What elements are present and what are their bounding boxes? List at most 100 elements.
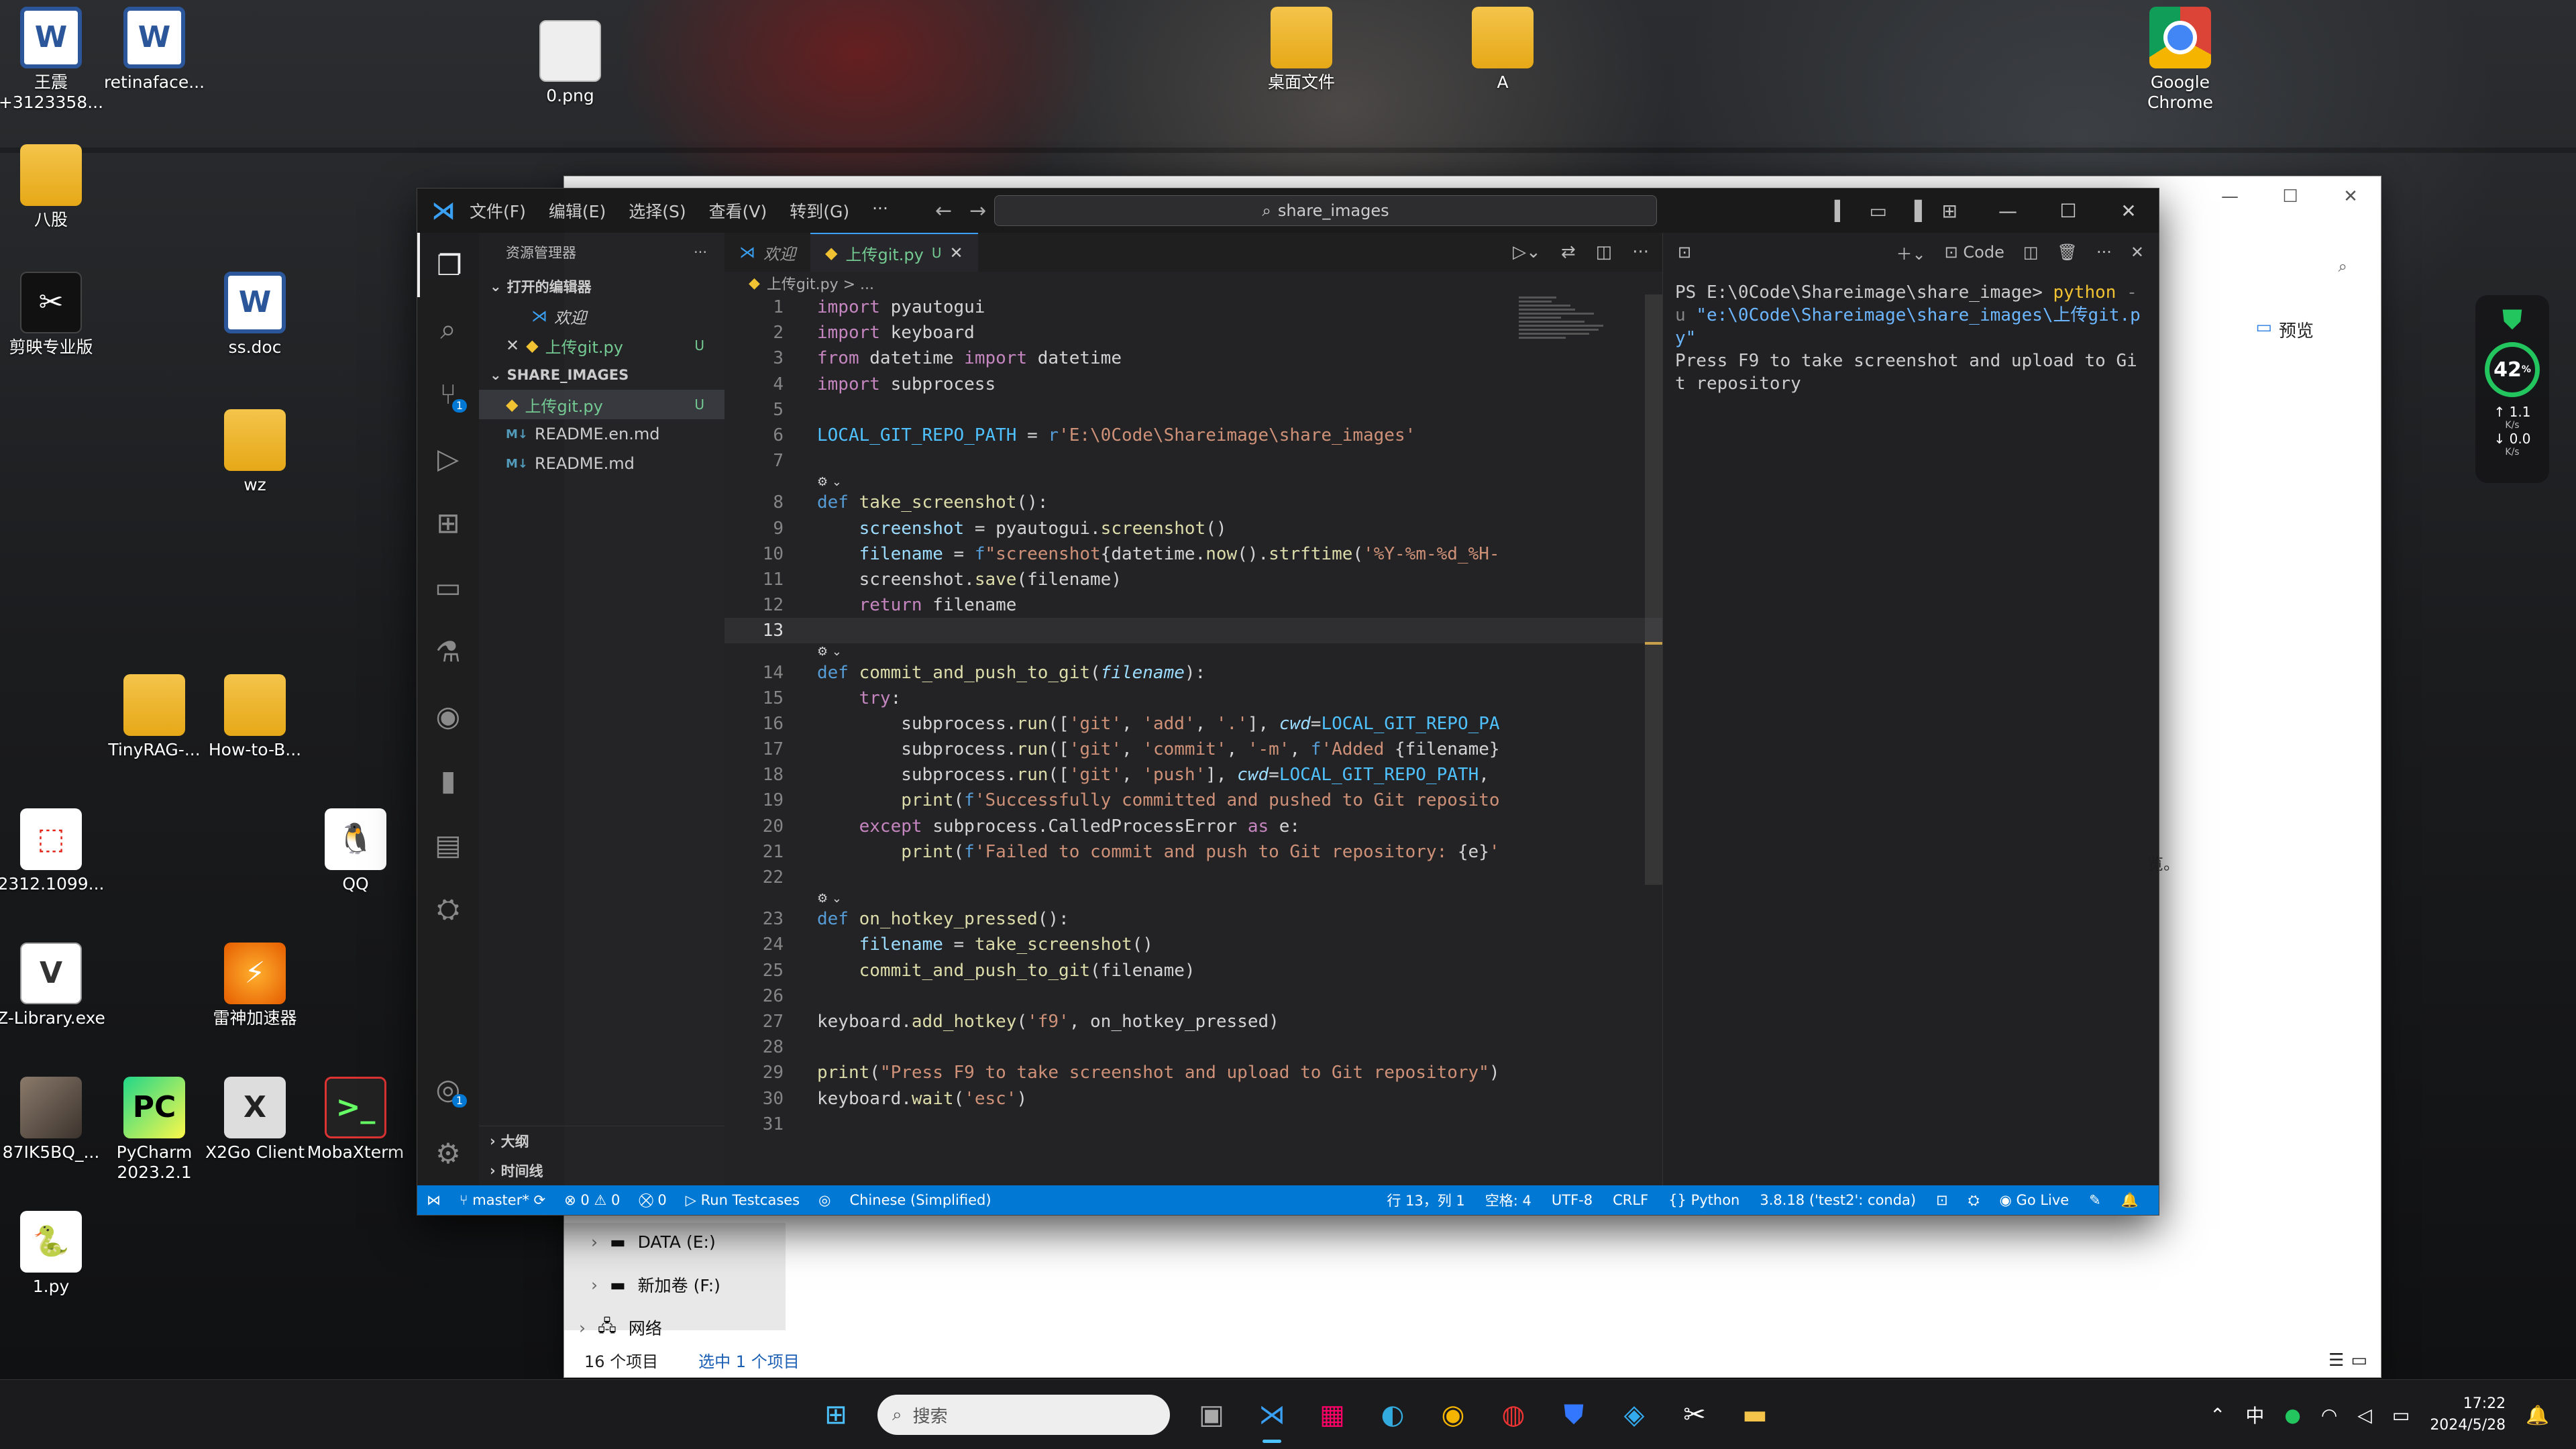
problems-count[interactable]: ⊗ 0 ⚠ 0	[564, 1192, 620, 1208]
desktop-icon[interactable]: ⚡ 雷神加速器	[188, 943, 322, 1028]
run-debug-icon[interactable]: ▷	[417, 426, 479, 490]
app-taskbar-icon[interactable]: ◈	[1615, 1396, 1653, 1434]
nav-item-network[interactable]: › 🖧 网络	[579, 1309, 662, 1346]
maximize-icon[interactable]: ☐	[2038, 200, 2098, 222]
close-icon[interactable]: ✕	[2131, 243, 2144, 262]
kill-terminal-icon[interactable]: 🗑	[2057, 243, 2078, 262]
git-branch[interactable]: ⑂ master* ⟳	[460, 1192, 545, 1208]
more-actions-icon[interactable]: ···	[694, 244, 707, 260]
volume-icon[interactable]: ◁	[2357, 1404, 2372, 1426]
menu-file[interactable]: 文件(F)	[470, 199, 526, 223]
close-icon[interactable]: ✕	[950, 244, 963, 262]
split-terminal-icon[interactable]: ◫	[2023, 243, 2039, 262]
search-icon[interactable]: ⌕	[2339, 257, 2347, 276]
notification-bell-icon[interactable]: 🔔	[2526, 1404, 2549, 1426]
terminal-toggle-icon[interactable]: ⊡	[1936, 1192, 1948, 1208]
compare-changes-icon[interactable]: ⇄	[1561, 242, 1576, 262]
nav-item-new-volume-f[interactable]: › ▬ 新加卷 (F:)	[591, 1266, 720, 1303]
menu-go[interactable]: 转到(G)	[790, 199, 849, 223]
timeline-section[interactable]: › 时间线	[479, 1156, 724, 1185]
cursor-position[interactable]: 行 13，列 1	[1387, 1190, 1464, 1210]
github-icon[interactable]: ◉	[417, 684, 479, 748]
chrome-taskbar-icon[interactable]: ◉	[1434, 1396, 1472, 1434]
language-mode[interactable]: {} Python	[1668, 1192, 1739, 1208]
network-speed-widget[interactable]: ⛊ 42% ↑ 1.1 K/s ↓ 0.0 K/s	[2475, 295, 2549, 483]
desktop-icon[interactable]: ⬚ 2312.1099...	[0, 808, 118, 894]
testing-icon[interactable]: ⚗	[417, 619, 479, 684]
end-of-line[interactable]: CRLF	[1613, 1192, 1648, 1208]
breadcrumb[interactable]: ◆ 上传git.py > ...	[724, 272, 1662, 294]
desktop-icon[interactable]: A	[1436, 7, 1570, 93]
file-upload-git[interactable]: ◆ 上传git.py U	[479, 390, 724, 419]
desktop-icon[interactable]: How-to-B...	[188, 674, 322, 760]
python-interpreter[interactable]: 3.8.18 ('test2': conda)	[1760, 1192, 1916, 1208]
desktop-icon[interactable]: Wss.doc	[188, 272, 322, 358]
code-lens[interactable]: ⚙ ⌄	[724, 890, 1662, 906]
minimap[interactable]	[1519, 294, 1613, 375]
more-actions-icon[interactable]: ···	[2096, 243, 2112, 262]
indentation[interactable]: 空格: 4	[1485, 1190, 1532, 1210]
command-center[interactable]: ⌕ share_images	[994, 195, 1657, 226]
vscode-window[interactable]: ⋊ 文件(F) 编辑(E) 选择(S) 查看(V) 转到(G) ··· ← → …	[417, 188, 2159, 1216]
remote-explorer-icon[interactable]: ▭	[417, 555, 479, 619]
folder-section[interactable]: ⌄ SHARE_IMAGES	[479, 360, 724, 390]
tab-upload-git[interactable]: ◆ 上传git.py U ✕	[810, 233, 978, 272]
customize-layout-icon[interactable]: ⊞	[1942, 200, 1957, 222]
file-readme[interactable]: M↓ README.md	[479, 449, 724, 478]
vscode-taskbar-icon[interactable]: ⋊	[1253, 1396, 1291, 1443]
security-taskbar-icon[interactable]: ⛊	[1555, 1396, 1593, 1434]
taskbar-search[interactable]: ⌕ 搜索	[877, 1395, 1170, 1435]
toggle-secondary-sidebar-icon[interactable]: ▐	[1907, 200, 1922, 222]
language-pack[interactable]: Chinese (Simplified)	[849, 1192, 991, 1208]
terminal-icon[interactable]: ⊡	[1678, 243, 1691, 262]
chart-icon[interactable]: ▮	[417, 748, 479, 812]
details-view-icon[interactable]: ☰	[2328, 1350, 2344, 1371]
accounts-icon[interactable]: ◎ 1	[417, 1057, 479, 1121]
forward-arrow-icon[interactable]: →	[969, 199, 986, 223]
new-terminal-icon[interactable]: ＋⌄	[1896, 241, 1926, 264]
maximize-icon[interactable]: ☐	[2260, 176, 2320, 217]
jetbrains-taskbar-icon[interactable]: ▦	[1313, 1396, 1351, 1434]
close-icon[interactable]: ✕	[2098, 200, 2159, 222]
run-testcases[interactable]: ▷ Run Testcases	[686, 1192, 800, 1208]
feedback-icon[interactable]: ✎	[2089, 1192, 2101, 1208]
notifications-icon[interactable]: 🔔	[2121, 1192, 2139, 1209]
minimize-icon[interactable]: —	[2200, 176, 2260, 217]
go-live[interactable]: ◉ Go Live	[2000, 1192, 2070, 1208]
terminal-tab[interactable]: ⊡ Code	[1945, 243, 2004, 262]
desktop-icon[interactable]: 桌面文件	[1234, 7, 1368, 93]
code-editor[interactable]: 1 import pyautogui 2 import keyboard 3 from d…	[724, 294, 1662, 1185]
open-editor-welcome[interactable]: ⋊ 欢迎	[479, 301, 724, 331]
code-lens[interactable]: ⚙ ⌄	[724, 474, 1662, 490]
eye-icon[interactable]: ◎	[818, 1192, 830, 1208]
ports-count[interactable]: ⛒ 0	[639, 1192, 666, 1209]
split-editor-icon[interactable]: ◫	[1596, 242, 1613, 262]
code-lens[interactable]: ⚙ ⌄	[724, 643, 1662, 659]
copilot-icon[interactable]: ⛭	[1968, 1192, 1980, 1209]
desktop-icon[interactable]: V Z-Library.exe	[0, 943, 118, 1028]
desktop-icon[interactable]: 0.png	[503, 20, 637, 106]
toggle-panel-icon[interactable]: ▭	[1870, 200, 1887, 222]
desktop-icon[interactable]: 🐧 QQ	[288, 808, 423, 894]
open-editor-upload-git[interactable]: ✕ ◆ 上传git.py U	[479, 331, 724, 360]
remote-icon[interactable]: ⋈	[427, 1192, 441, 1208]
wifi-icon[interactable]: ◠	[2321, 1404, 2337, 1426]
terminal-output[interactable]: PS E:\0Code\Shareimage\share_image> pyth…	[1663, 272, 2159, 405]
desktop-icon[interactable]: 🐍 1.py	[0, 1211, 118, 1297]
encoding[interactable]: UTF-8	[1552, 1192, 1593, 1208]
close-icon[interactable]: ✕	[2320, 176, 2381, 217]
docker-icon[interactable]: ⛭	[417, 877, 479, 941]
tiles-view-icon[interactable]: ▭	[2351, 1350, 2367, 1371]
netease-music-taskbar-icon[interactable]: ◍	[1495, 1396, 1532, 1434]
outline-section[interactable]: › 大纲	[479, 1126, 724, 1156]
battery-icon[interactable]: ▭	[2392, 1404, 2410, 1426]
open-editors-section[interactable]: ⌄ 打开的编辑器	[479, 272, 724, 301]
close-icon[interactable]: ✕	[506, 336, 519, 355]
clock[interactable]: 17:22 2024/5/28	[2430, 1393, 2506, 1436]
desktop-icon[interactable]: Google Chrome	[2113, 7, 2247, 113]
search-icon[interactable]: ⌕	[417, 297, 479, 362]
desktop-icon[interactable]: 八股	[0, 144, 118, 230]
run-python-icon[interactable]: ▷⌄	[1513, 242, 1541, 262]
extensions-icon[interactable]: ⊞	[417, 490, 479, 555]
explorer-icon[interactable]: ❐	[417, 233, 479, 297]
